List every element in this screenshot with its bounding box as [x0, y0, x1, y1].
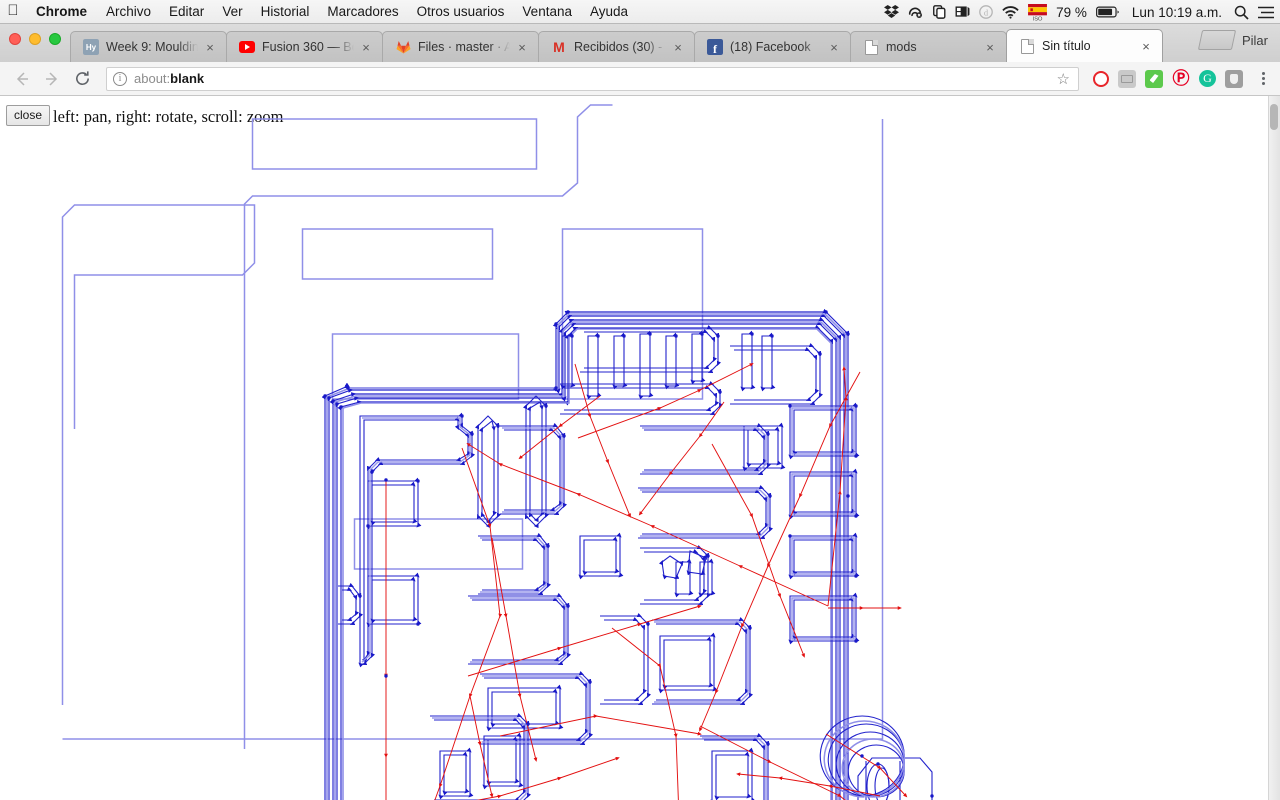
svg-text:d: d: [984, 7, 989, 17]
toolpath-viewport[interactable]: [0, 96, 1280, 800]
grammarly-extension-icon[interactable]: G: [1199, 70, 1216, 87]
info-circle-icon[interactable]: i: [113, 71, 127, 86]
menubar-clock[interactable]: Lun 10:19 a.m.: [1129, 5, 1225, 20]
scrollbar-thumb[interactable]: [1270, 104, 1278, 130]
menu-item-ventana[interactable]: Ventana: [513, 0, 581, 24]
tab-title: Week 9: Moulding: [106, 40, 198, 54]
tab-close-icon[interactable]: ×: [826, 39, 842, 55]
gitlab-icon: [395, 39, 411, 55]
hy-icon: Hy: [83, 39, 99, 55]
tab-title: mods: [886, 40, 917, 54]
menu-item-historial[interactable]: Historial: [252, 0, 319, 24]
search-icon[interactable]: [1234, 0, 1249, 24]
notification-center-icon[interactable]: [1258, 0, 1274, 24]
tab-gmail-recibidos[interactable]: M Recibidos (30) - p ×: [538, 31, 695, 62]
window-controls: [9, 33, 61, 45]
battery-icon[interactable]: [1095, 0, 1120, 24]
tab-fusion-360[interactable]: Fusion 360 — Beg ×: [226, 31, 383, 62]
display-icon[interactable]: [955, 0, 970, 24]
tab-sin-titulo[interactable]: Sin título ×: [1006, 29, 1163, 62]
reload-icon[interactable]: [68, 65, 96, 93]
page-content: close left: pan, right: rotate, scroll: …: [0, 96, 1280, 800]
tab-title: Fusion 360 — Beg: [262, 40, 354, 54]
tab-close-icon[interactable]: ×: [202, 39, 218, 55]
menubar-items:  Chrome Archivo Editar Ver Historial Ma…: [0, 0, 637, 24]
apple-logo-icon[interactable]: : [0, 3, 26, 20]
tab-close-icon[interactable]: ×: [982, 39, 998, 55]
toolpath-cut-paths: [61, 104, 933, 800]
tab-close-icon[interactable]: ×: [670, 39, 686, 55]
profile-name-label: Pilar: [1241, 32, 1268, 48]
tab-week9-moulding[interactable]: Hy Week 9: Moulding ×: [70, 31, 227, 62]
back-arrow-icon[interactable]: [8, 65, 36, 93]
tab-title: Files · master · Ac: [418, 40, 510, 54]
green-extension-icon[interactable]: [1145, 69, 1163, 88]
extension-icons: Ⓟ G: [1087, 69, 1272, 88]
spain-flag-icon[interactable]: ISO: [1028, 0, 1048, 24]
star-icon[interactable]: ☆: [1057, 70, 1072, 88]
browser-tabstrip: Hy Week 9: Moulding × Fusion 360 — Beg ×: [0, 24, 1280, 62]
url-host: blank: [170, 71, 205, 86]
battery-percent-label: 79 %: [1056, 4, 1087, 20]
gmail-icon: M: [553, 39, 565, 55]
opera-extension-icon[interactable]: [1093, 70, 1109, 87]
menu-item-ayuda[interactable]: Ayuda: [581, 0, 637, 24]
kebab-menu-icon[interactable]: [1252, 72, 1272, 85]
browser-toolbar: i about: blank ☆ Ⓟ G: [0, 62, 1280, 96]
profile-avatar-icon[interactable]: [1197, 30, 1237, 50]
page-scrollbar[interactable]: [1268, 96, 1280, 800]
tab-mods[interactable]: mods ×: [850, 31, 1007, 62]
window-minimize-button[interactable]: [29, 33, 41, 45]
menu-item-ver[interactable]: Ver: [213, 0, 251, 24]
menu-item-chrome[interactable]: Chrome: [26, 0, 97, 24]
tab-list: Hy Week 9: Moulding × Fusion 360 — Beg ×: [70, 24, 1163, 62]
tab-files-master[interactable]: Files · master · Ac ×: [382, 31, 539, 62]
forward-arrow-icon[interactable]: [38, 65, 66, 93]
grey-extension-icon[interactable]: [1118, 69, 1136, 88]
address-bar[interactable]: i about: blank ☆: [106, 66, 1079, 91]
window-maximize-button[interactable]: [49, 33, 61, 45]
page-icon: [863, 39, 879, 55]
url-scheme: about:: [134, 71, 171, 86]
shield-extension-icon[interactable]: [1225, 69, 1243, 88]
dropbox-icon[interactable]: [884, 0, 900, 24]
cloud-sync-off-icon[interactable]: [908, 0, 924, 24]
facebook-icon: f: [707, 39, 723, 55]
menu-item-editar[interactable]: Editar: [160, 0, 213, 24]
tab-facebook[interactable]: f (18) Facebook ×: [694, 31, 851, 62]
tab-title: Recibidos (30) - p: [574, 40, 666, 54]
page-icon: [1019, 38, 1035, 54]
pinterest-extension-icon[interactable]: Ⓟ: [1172, 70, 1190, 88]
menu-item-archivo[interactable]: Archivo: [97, 0, 160, 24]
copy-icon[interactable]: [933, 0, 946, 24]
macos-menubar:  Chrome Archivo Editar Ver Historial Ma…: [0, 0, 1280, 24]
menu-item-otros-usuarios[interactable]: Otros usuarios: [408, 0, 514, 24]
tab-close-icon[interactable]: ×: [1138, 38, 1154, 54]
window-close-button[interactable]: [9, 33, 21, 45]
wifi-icon[interactable]: [1002, 0, 1019, 24]
disabled-circle-icon[interactable]: d: [979, 0, 993, 24]
tab-title: (18) Facebook: [730, 40, 811, 54]
tab-close-icon[interactable]: ×: [514, 39, 530, 55]
menubar-status-items: d ISO 79 % Lun 10:19 a.m.: [884, 0, 1274, 24]
tab-title: Sin título: [1042, 39, 1091, 53]
youtube-icon: [239, 39, 255, 55]
tab-close-icon[interactable]: ×: [358, 39, 374, 55]
svg-text:ISO: ISO: [1033, 16, 1043, 21]
profile-area[interactable]: Pilar: [1192, 24, 1280, 62]
menu-item-marcadores[interactable]: Marcadores: [318, 0, 407, 24]
